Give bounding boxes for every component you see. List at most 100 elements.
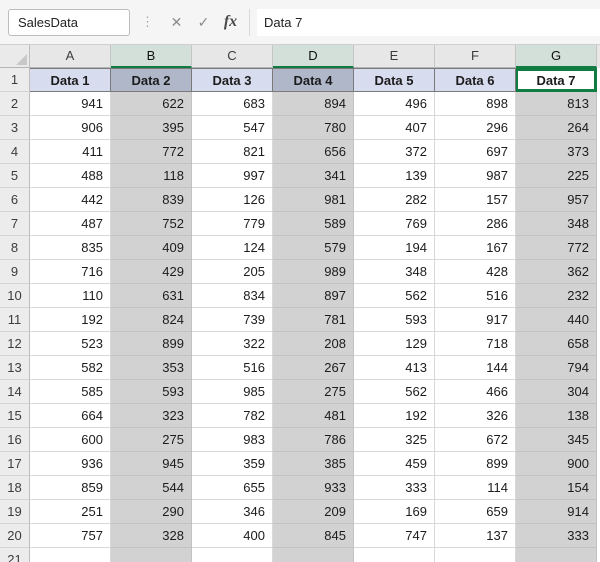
cell-C5[interactable]: 997 xyxy=(192,164,273,188)
cell-A1[interactable]: Data 1 xyxy=(30,68,111,92)
cell-E9[interactable]: 348 xyxy=(354,260,435,284)
row-header-2[interactable]: 2 xyxy=(0,92,30,116)
cell-B1[interactable]: Data 2 xyxy=(111,68,192,92)
enter-icon[interactable]: ✓ xyxy=(190,14,217,31)
cell-G19[interactable]: 914 xyxy=(516,500,597,524)
cell-B18[interactable]: 544 xyxy=(111,476,192,500)
cell-A20[interactable]: 757 xyxy=(30,524,111,548)
cell-C9[interactable]: 205 xyxy=(192,260,273,284)
cell-D10[interactable]: 897 xyxy=(273,284,354,308)
row-header-21[interactable]: 21 xyxy=(0,548,30,562)
cell-F3[interactable]: 296 xyxy=(435,116,516,140)
cell-B2[interactable]: 622 xyxy=(111,92,192,116)
cell-A19[interactable]: 251 xyxy=(30,500,111,524)
cell-C15[interactable]: 782 xyxy=(192,404,273,428)
row-header-6[interactable]: 6 xyxy=(0,188,30,212)
cell-G10[interactable]: 232 xyxy=(516,284,597,308)
cell-B16[interactable]: 275 xyxy=(111,428,192,452)
cell-D20[interactable]: 845 xyxy=(273,524,354,548)
cell-A2[interactable]: 941 xyxy=(30,92,111,116)
cell-G14[interactable]: 304 xyxy=(516,380,597,404)
cell-A11[interactable]: 192 xyxy=(30,308,111,332)
column-header-D[interactable]: D xyxy=(273,45,354,68)
cell-D19[interactable]: 209 xyxy=(273,500,354,524)
cell-A14[interactable]: 585 xyxy=(30,380,111,404)
cell-E8[interactable]: 194 xyxy=(354,236,435,260)
cell-D14[interactable]: 275 xyxy=(273,380,354,404)
cell-E18[interactable]: 333 xyxy=(354,476,435,500)
cell-E1[interactable]: Data 5 xyxy=(354,68,435,92)
cell-C1[interactable]: Data 3 xyxy=(192,68,273,92)
cell-G20[interactable]: 333 xyxy=(516,524,597,548)
cell-G1[interactable]: Data 7 xyxy=(516,68,597,92)
cell-C12[interactable]: 322 xyxy=(192,332,273,356)
cell-D17[interactable]: 385 xyxy=(273,452,354,476)
cell-C7[interactable]: 779 xyxy=(192,212,273,236)
cell-A13[interactable]: 582 xyxy=(30,356,111,380)
cell-F18[interactable]: 114 xyxy=(435,476,516,500)
cell-D15[interactable]: 481 xyxy=(273,404,354,428)
cell-F14[interactable]: 466 xyxy=(435,380,516,404)
cell-B4[interactable]: 772 xyxy=(111,140,192,164)
cell-G11[interactable]: 440 xyxy=(516,308,597,332)
cell-E21[interactable] xyxy=(354,548,435,562)
cell-F12[interactable]: 718 xyxy=(435,332,516,356)
cell-E4[interactable]: 372 xyxy=(354,140,435,164)
cell-B7[interactable]: 752 xyxy=(111,212,192,236)
cell-B3[interactable]: 395 xyxy=(111,116,192,140)
cell-A21[interactable] xyxy=(30,548,111,562)
cell-E20[interactable]: 747 xyxy=(354,524,435,548)
cell-A4[interactable]: 411 xyxy=(30,140,111,164)
cell-B14[interactable]: 593 xyxy=(111,380,192,404)
cell-B13[interactable]: 353 xyxy=(111,356,192,380)
cancel-icon[interactable]: ✕ xyxy=(163,14,190,31)
cell-G21[interactable] xyxy=(516,548,597,562)
cell-F16[interactable]: 672 xyxy=(435,428,516,452)
row-header-4[interactable]: 4 xyxy=(0,140,30,164)
cell-C14[interactable]: 985 xyxy=(192,380,273,404)
cell-F7[interactable]: 286 xyxy=(435,212,516,236)
cell-F19[interactable]: 659 xyxy=(435,500,516,524)
cell-B12[interactable]: 899 xyxy=(111,332,192,356)
cell-D9[interactable]: 989 xyxy=(273,260,354,284)
cell-G12[interactable]: 658 xyxy=(516,332,597,356)
cell-D6[interactable]: 981 xyxy=(273,188,354,212)
cell-F8[interactable]: 167 xyxy=(435,236,516,260)
row-header-5[interactable]: 5 xyxy=(0,164,30,188)
row-header-17[interactable]: 17 xyxy=(0,452,30,476)
cell-F20[interactable]: 137 xyxy=(435,524,516,548)
cell-E19[interactable]: 169 xyxy=(354,500,435,524)
cell-C19[interactable]: 346 xyxy=(192,500,273,524)
cell-D1[interactable]: Data 4 xyxy=(273,68,354,92)
cell-E6[interactable]: 282 xyxy=(354,188,435,212)
cell-B20[interactable]: 328 xyxy=(111,524,192,548)
cell-G15[interactable]: 138 xyxy=(516,404,597,428)
cell-A8[interactable]: 835 xyxy=(30,236,111,260)
row-header-9[interactable]: 9 xyxy=(0,260,30,284)
cell-B6[interactable]: 839 xyxy=(111,188,192,212)
cell-C16[interactable]: 983 xyxy=(192,428,273,452)
cell-A5[interactable]: 488 xyxy=(30,164,111,188)
cell-E13[interactable]: 413 xyxy=(354,356,435,380)
cell-D18[interactable]: 933 xyxy=(273,476,354,500)
cell-F11[interactable]: 917 xyxy=(435,308,516,332)
cell-G17[interactable]: 900 xyxy=(516,452,597,476)
cell-C8[interactable]: 124 xyxy=(192,236,273,260)
cell-F10[interactable]: 516 xyxy=(435,284,516,308)
cell-C4[interactable]: 821 xyxy=(192,140,273,164)
cell-C18[interactable]: 655 xyxy=(192,476,273,500)
cell-D2[interactable]: 894 xyxy=(273,92,354,116)
column-header-E[interactable]: E xyxy=(354,45,435,68)
cell-G3[interactable]: 264 xyxy=(516,116,597,140)
cell-D3[interactable]: 780 xyxy=(273,116,354,140)
column-header-C[interactable]: C xyxy=(192,45,273,68)
column-header-F[interactable]: F xyxy=(435,45,516,68)
cell-B5[interactable]: 118 xyxy=(111,164,192,188)
cell-G16[interactable]: 345 xyxy=(516,428,597,452)
cell-E16[interactable]: 325 xyxy=(354,428,435,452)
cell-D4[interactable]: 656 xyxy=(273,140,354,164)
cell-D13[interactable]: 267 xyxy=(273,356,354,380)
cell-E5[interactable]: 139 xyxy=(354,164,435,188)
cell-A6[interactable]: 442 xyxy=(30,188,111,212)
cell-A17[interactable]: 936 xyxy=(30,452,111,476)
